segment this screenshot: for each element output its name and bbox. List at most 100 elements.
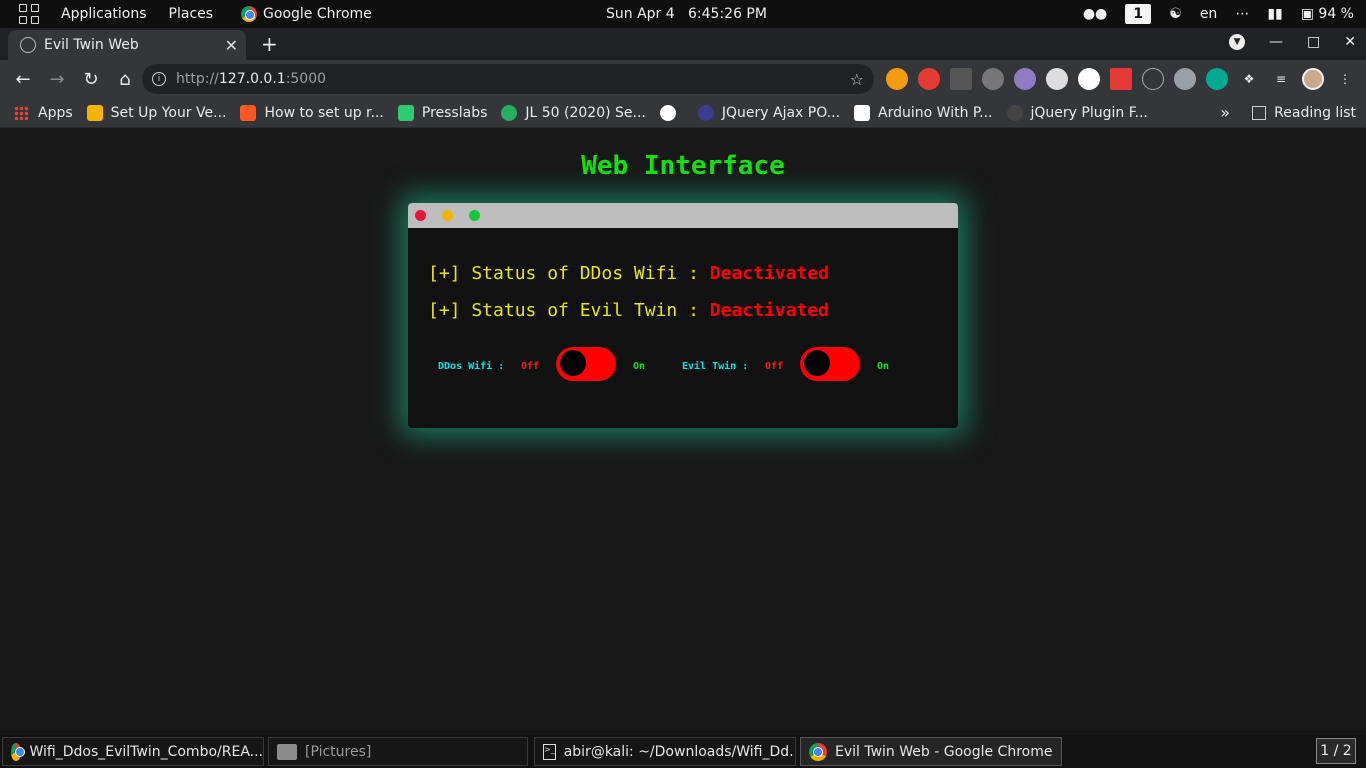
reload-button[interactable]: ↻ [80,69,102,90]
home-button[interactable]: ⌂ [114,69,136,90]
back-button[interactable]: ← [12,69,34,90]
taskbar: Wifi_Ddos_EvilTwin_Combo/REA... [Picture… [0,735,1366,768]
bookmark-item[interactable]: Arduino With P... [854,104,993,121]
people-icon[interactable]: ●● [1083,6,1107,22]
ddos-toggle-label: DDos Wifi : [438,361,505,372]
evil-twin-toggle-label: Evil Twin : [682,361,749,372]
green-dot-icon [469,210,480,221]
extension-2-icon[interactable] [918,68,940,90]
bookmark-item[interactable]: Set Up Your Ve... [86,104,227,121]
chrome-icon [809,742,827,761]
bookmark-item[interactable]: jQuery Plugin F... [1006,104,1148,121]
taskbar-item-label: abir@kali: ~/Downloads/Wifi_Dd... [563,743,796,760]
toggle-controls: DDos Wifi : Off On Evil Twin : Off On [438,347,938,387]
bookmark-label: How to set up r... [264,104,384,121]
bookmarks-overflow-icon[interactable]: » [1220,103,1230,122]
red-dot-icon [415,210,426,221]
reading-list-button[interactable]: Reading list [1252,105,1356,121]
minimize-button[interactable]: — [1269,34,1283,50]
active-app-indicator[interactable]: Google Chrome [241,6,372,22]
bookmark-item[interactable] [659,104,684,121]
close-window-button[interactable]: ✕ [1344,34,1356,50]
taskbar-item[interactable]: >_ abir@kali: ~/Downloads/Wifi_Dd... [534,737,796,766]
extensions-area: ❖ ≡ ⋮ [886,68,1356,90]
puzzle-icon[interactable]: ❖ [1238,68,1260,90]
clock[interactable]: Sun Apr 4 6:45:26 PM [606,6,767,22]
taskbar-item[interactable]: [Pictures] [268,737,528,766]
evil-twin-on-label: On [877,361,890,372]
network-icon[interactable]: ⋯ [1235,6,1249,22]
applications-menu[interactable]: Applications [61,6,147,22]
bookmark-favicon-icon [240,104,257,121]
forward-button[interactable]: → [46,69,68,90]
globe-icon [659,104,676,121]
browser-tab[interactable]: Evil Twin Web ✕ [8,30,246,60]
globe-icon [20,37,36,53]
bookmark-item[interactable]: Presslabs [397,104,488,121]
bookmark-label: Presslabs [421,104,488,121]
evil-twin-status-value: Deactivated [709,300,829,321]
system-top-bar: Applications Places Google Chrome Sun Ap… [0,0,1366,28]
chrome-icon [241,6,258,22]
app-grid-icon[interactable] [19,4,39,24]
angular-extension-icon[interactable] [1078,68,1100,90]
web-page: Web Interface [+] Status of DDos Wifi : … [0,129,1366,735]
address-bar[interactable]: i http://127.0.0.1:5000 ☆ [142,64,874,94]
ddos-off-label: Off [521,361,540,372]
bookmark-label: JQuery Ajax PO... [721,104,841,121]
spy-extension-icon[interactable] [1046,68,1068,90]
terminal-icon: >_ [543,743,556,760]
shield-extension-icon[interactable] [1174,68,1196,90]
bookmark-favicon-icon [1006,104,1023,121]
toggle-knob [804,350,830,376]
volume-icon[interactable]: ▮▮ [1267,6,1282,22]
evil-twin-status-line: [+] Status of Evil Twin : Deactivated [428,300,829,321]
profile-avatar[interactable] [1302,68,1324,90]
kebab-menu-icon[interactable]: ⋮ [1334,68,1356,90]
terminal-window: [+] Status of DDos Wifi : Deactivated [+… [408,203,958,428]
media-queue-icon[interactable]: ≡ [1270,68,1292,90]
taskbar-item-active[interactable]: Evil Twin Web - Google Chrome [800,737,1062,766]
site-info-icon[interactable]: i [152,72,166,86]
pen-extension-icon[interactable] [1110,68,1132,90]
battery-indicator[interactable]: ▣ 94 % [1301,6,1354,22]
maximize-button[interactable]: □ [1307,34,1320,50]
gear-extension-icon[interactable] [982,68,1004,90]
battery-label: 94 % [1318,6,1354,22]
workspace-pager[interactable]: 1 / 2 [1316,738,1356,764]
tab-title: Evil Twin Web [44,37,139,53]
taskbar-item-label: Evil Twin Web - Google Chrome [835,743,1053,760]
evil-twin-toggle-switch[interactable] [800,347,860,381]
bookmark-apps[interactable]: Apps [14,105,73,121]
terminal-extension-icon[interactable] [950,68,972,90]
page-title: Web Interface [581,151,785,181]
settings-extension-icon[interactable] [1014,68,1036,90]
bookmark-favicon-icon [397,104,414,121]
extension-1-icon[interactable] [886,68,908,90]
bookmark-item[interactable]: JQuery Ajax PO... [697,104,841,121]
evil-twin-off-label: Off [765,361,784,372]
folder-icon [277,743,297,760]
tab-strip: Evil Twin Web ✕ + ▼ — □ ✕ [0,28,1366,60]
close-icon[interactable]: ✕ [225,36,238,55]
reading-list-label: Reading list [1274,104,1356,121]
bookmark-star-icon[interactable]: ☆ [850,70,864,89]
taskbar-item-label: [Pictures] [305,743,372,760]
accessibility-icon[interactable]: ☯ [1169,6,1182,22]
language-indicator[interactable]: en [1200,6,1218,22]
grammarly-extension-icon[interactable] [1206,68,1228,90]
tab-search-icon[interactable]: ▼ [1229,34,1246,50]
terminal-title-bar [408,203,958,228]
ddos-toggle-switch[interactable] [556,347,616,381]
bookmark-item[interactable]: How to set up r... [240,104,384,121]
taskbar-item[interactable]: Wifi_Ddos_EvilTwin_Combo/REA... [2,737,264,766]
new-tab-button[interactable]: + [261,32,278,56]
evil-twin-status-label: [+] Status of Evil Twin : [428,300,710,321]
bookmark-label: Set Up Your Ve... [110,104,227,121]
chrome-icon [11,742,26,761]
react-extension-icon[interactable] [1142,68,1164,90]
places-menu[interactable]: Places [169,6,214,22]
workspace-badge[interactable]: 1 [1125,4,1152,24]
reading-list-icon [1252,105,1267,120]
bookmark-item[interactable]: JL 50 (2020) Se... [501,104,646,121]
